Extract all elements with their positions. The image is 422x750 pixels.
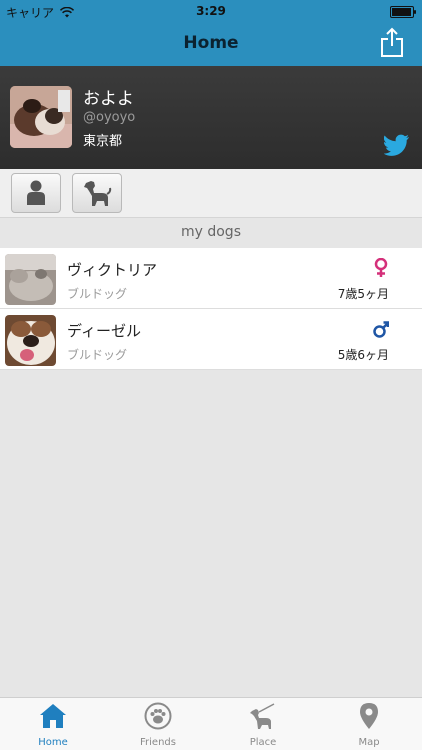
app-screen: キャリア 3:29 Home およよ @oyoyo 東京都 my dogs ヴィ… [0,0,422,750]
dog-age: 5歳6ヶ月 [337,348,389,362]
person-icon [27,180,45,205]
dog-name: ヴィクトリア [67,261,158,279]
list-item[interactable]: ディーゼル ブルドッグ 5歳6ヶ月 [0,309,422,370]
section-header-my-dogs: my dogs [0,218,422,248]
female-icon [374,258,388,277]
twitter-icon[interactable] [384,134,410,156]
male-icon [373,321,389,338]
profile-segment-control [0,169,422,218]
dog-list: ヴィクトリア ブルドッグ 7歳5ヶ月 ディーゼル ブルドッグ 5歳6ヶ月 [0,248,422,370]
tab-home-label: Home [38,737,68,748]
dog-name: ディーゼル [67,322,141,340]
tab-map[interactable]: Map [329,702,409,748]
profile-handle: @oyoyo [83,110,136,125]
tab-place-label: Place [249,737,277,748]
avatar-photo [10,86,72,148]
top-bar: キャリア 3:29 Home [0,0,422,66]
dog-breed: ブルドッグ [67,287,128,301]
dog-view-button[interactable] [72,173,122,213]
tab-friends-label: Friends [140,737,176,748]
dog-age: 7歳5ヶ月 [337,287,389,301]
dog-walk-icon [250,703,275,729]
person-view-button[interactable] [11,173,61,213]
tab-home[interactable]: Home [13,702,93,748]
tab-friends[interactable]: Friends [118,702,198,748]
dog-photo [5,254,56,305]
status-bar: キャリア 3:29 [0,0,422,22]
page-title: Home [183,33,239,53]
avatar[interactable] [10,86,72,148]
status-time: 3:29 [196,4,226,18]
tab-place[interactable]: Place [223,702,303,748]
dog-photo [5,315,56,366]
profile-location: 東京都 [83,134,123,149]
paw-icon [144,702,172,730]
map-pin-icon [360,703,378,729]
profile-name: およよ [83,89,134,109]
share-icon[interactable] [380,27,404,57]
profile-header: およよ @oyoyo 東京都 [0,66,422,170]
tab-bar: Home Friends Place Map [0,697,422,750]
dog-breed: ブルドッグ [67,348,128,362]
battery-icon [390,6,416,18]
house-icon [40,704,66,728]
tab-map-label: Map [358,737,380,748]
list-item[interactable]: ヴィクトリア ブルドッグ 7歳5ヶ月 [0,248,422,309]
dog-icon [84,181,112,206]
